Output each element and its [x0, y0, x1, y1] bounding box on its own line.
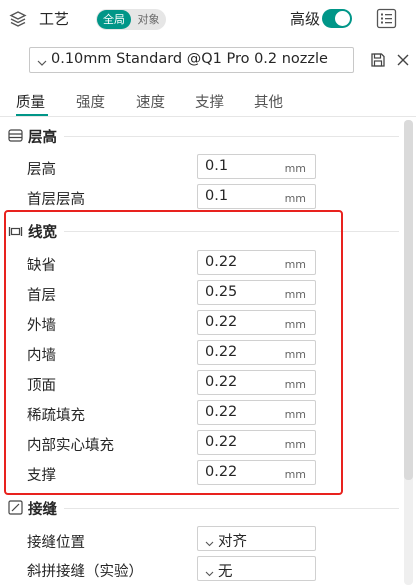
field-value: 0.22 — [205, 344, 238, 360]
initial-layer-height-input[interactable]: 0.1 mm — [197, 184, 316, 209]
select-value: 无 — [218, 564, 233, 580]
seam-icon — [8, 500, 23, 515]
setting-label: 支撑 — [27, 468, 56, 484]
tab-support[interactable]: 支撑 — [195, 91, 224, 112]
chevron-down-icon — [204, 564, 215, 577]
seam-position-select[interactable]: 对齐 — [197, 526, 316, 551]
process-preset-select[interactable]: 0.10mm Standard @Q1 Pro 0.2 nozzle — [29, 47, 354, 73]
unit-label: mm — [284, 378, 306, 391]
select-value: 对齐 — [218, 534, 247, 550]
support-line-width-input[interactable]: 0.22 mm — [197, 460, 316, 485]
outer-wall-line-width-input[interactable]: 0.22 mm — [197, 310, 316, 335]
field-value: 0.22 — [205, 404, 238, 420]
section-divider — [64, 508, 399, 509]
section-divider — [64, 231, 399, 232]
setting-label: 稀疏填充 — [27, 408, 85, 424]
setting-label: 外墙 — [27, 318, 56, 334]
field-value: 0.1 — [205, 188, 229, 204]
unit-label: mm — [284, 192, 306, 205]
unit-label: mm — [284, 258, 306, 271]
tab-divider — [0, 116, 416, 117]
advanced-label: 高级 — [290, 10, 321, 28]
section-title-seam: 接缝 — [28, 502, 57, 518]
layers-icon — [8, 9, 28, 29]
preset-value: 0.10mm Standard @Q1 Pro 0.2 nozzle — [51, 51, 328, 67]
panel-title: 工艺 — [39, 10, 70, 28]
setting-label: 缺省 — [27, 258, 56, 274]
inner-wall-line-width-input[interactable]: 0.22 mm — [197, 340, 316, 365]
tab-bar: 质量 强度 速度 支撑 其他 — [0, 88, 416, 116]
section-title-layer-height: 层高 — [28, 130, 57, 146]
internal-solid-infill-line-width-input[interactable]: 0.22 mm — [197, 430, 316, 455]
scrollbar-thumb[interactable] — [404, 120, 413, 480]
advanced-switch[interactable] — [322, 9, 352, 28]
field-value: 0.1 — [205, 158, 229, 174]
tab-others[interactable]: 其他 — [254, 91, 283, 112]
close-icon[interactable] — [395, 52, 411, 68]
field-value: 0.25 — [205, 284, 238, 300]
unit-label: mm — [284, 438, 306, 451]
top-surface-line-width-input[interactable]: 0.22 mm — [197, 370, 316, 395]
chevron-down-icon — [204, 534, 215, 547]
scope-object-option[interactable]: 对象 — [133, 10, 164, 29]
sparse-infill-line-width-input[interactable]: 0.22 mm — [197, 400, 316, 425]
tab-quality[interactable]: 质量 — [16, 91, 45, 112]
setting-label: 内墙 — [27, 348, 56, 364]
scope-global-option[interactable]: 全局 — [97, 10, 131, 29]
first-layer-line-width-input[interactable]: 0.25 mm — [197, 280, 316, 305]
scope-toggle[interactable]: 全局 对象 — [96, 9, 166, 30]
unit-label: mm — [284, 408, 306, 421]
field-value: 0.22 — [205, 434, 238, 450]
setting-label: 顶面 — [27, 378, 56, 394]
tab-speed[interactable]: 速度 — [136, 91, 165, 112]
setting-label: 首层 — [27, 288, 56, 304]
setting-label: 层高 — [27, 162, 56, 178]
unit-label: mm — [284, 318, 306, 331]
process-header: 工艺 全局 对象 高级 — [0, 0, 416, 38]
unit-label: mm — [284, 288, 306, 301]
tab-strength[interactable]: 强度 — [76, 91, 105, 112]
layer-height-icon — [8, 128, 23, 143]
setting-label: 斜拼接缝（实验） — [27, 564, 143, 580]
list-settings-icon[interactable] — [376, 8, 397, 29]
unit-label: mm — [284, 162, 306, 175]
field-value: 0.22 — [205, 374, 238, 390]
setting-label: 首层层高 — [27, 192, 85, 208]
field-value: 0.22 — [205, 464, 238, 480]
field-value: 0.22 — [205, 254, 238, 270]
save-icon[interactable] — [370, 52, 386, 68]
setting-label: 接缝位置 — [27, 535, 85, 551]
scarf-seam-select[interactable]: 无 — [197, 556, 316, 581]
line-width-icon — [8, 224, 23, 239]
layer-height-input[interactable]: 0.1 mm — [197, 154, 316, 179]
section-divider — [64, 136, 399, 137]
setting-label: 内部实心填充 — [27, 438, 114, 454]
switch-knob — [335, 11, 350, 26]
section-title-line-width: 线宽 — [28, 225, 57, 241]
default-line-width-input[interactable]: 0.22 mm — [197, 250, 316, 275]
chevron-down-icon — [36, 54, 48, 66]
unit-label: mm — [284, 348, 306, 361]
unit-label: mm — [284, 468, 306, 481]
vertical-scrollbar[interactable] — [404, 120, 413, 585]
field-value: 0.22 — [205, 314, 238, 330]
